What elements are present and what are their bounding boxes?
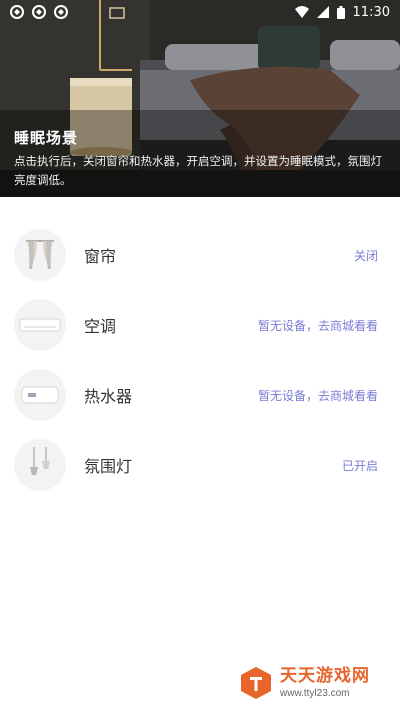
curtain-icon: [14, 229, 66, 281]
notification-icon: [54, 5, 68, 19]
device-name: 空调: [84, 317, 117, 336]
air-conditioner-icon: [14, 299, 66, 351]
watermark: 天天游戏网 www.ttyl23.com: [238, 663, 370, 703]
notification-icon: [10, 5, 24, 19]
notification-icons: [10, 5, 68, 19]
wifi-icon: [294, 6, 309, 18]
scene-banner: 11:30 睡眠场景 点击执行后，关闭窗帘和热水器，开启空调，并设置为睡眠模式，…: [0, 0, 400, 197]
signal-icon: [316, 6, 329, 18]
list-item[interactable]: 热水器 暂无设备，去商城看看: [0, 360, 400, 430]
shop-link[interactable]: 暂无设备，去商城看看: [258, 387, 378, 404]
device-status[interactable]: 关闭: [354, 247, 378, 264]
status-bar: 11:30: [0, 0, 400, 24]
status-time: 11:30: [352, 4, 390, 20]
ambient-light-icon: [14, 439, 66, 491]
system-icons: 11:30: [294, 4, 390, 20]
scene-description: 点击执行后，关闭窗帘和热水器，开启空调，并设置为睡眠模式，氛围灯亮度调低。: [14, 154, 382, 187]
device-name: 窗帘: [84, 247, 117, 266]
device-list: 窗帘 关闭 空调 暂无设备，去商城看看 热水器 暂无设备，去商城看看 氛围灯 已…: [0, 220, 400, 500]
watermark-url: www.ttyl23.com: [280, 687, 350, 699]
device-status[interactable]: 已开启: [342, 457, 378, 474]
scene-title: 睡眠场景: [14, 129, 79, 147]
list-item[interactable]: 空调 暂无设备，去商城看看: [0, 290, 400, 360]
water-heater-icon: [14, 369, 66, 421]
list-item[interactable]: 窗帘 关闭: [0, 220, 400, 290]
device-name: 热水器: [84, 387, 133, 406]
list-item[interactable]: 氛围灯 已开启: [0, 430, 400, 500]
watermark-title: 天天游戏网: [280, 665, 370, 686]
watermark-logo-icon: [241, 667, 271, 699]
battery-icon: [336, 5, 345, 19]
notification-icon: [32, 5, 46, 19]
shop-link[interactable]: 暂无设备，去商城看看: [258, 317, 378, 334]
device-name: 氛围灯: [84, 457, 133, 476]
